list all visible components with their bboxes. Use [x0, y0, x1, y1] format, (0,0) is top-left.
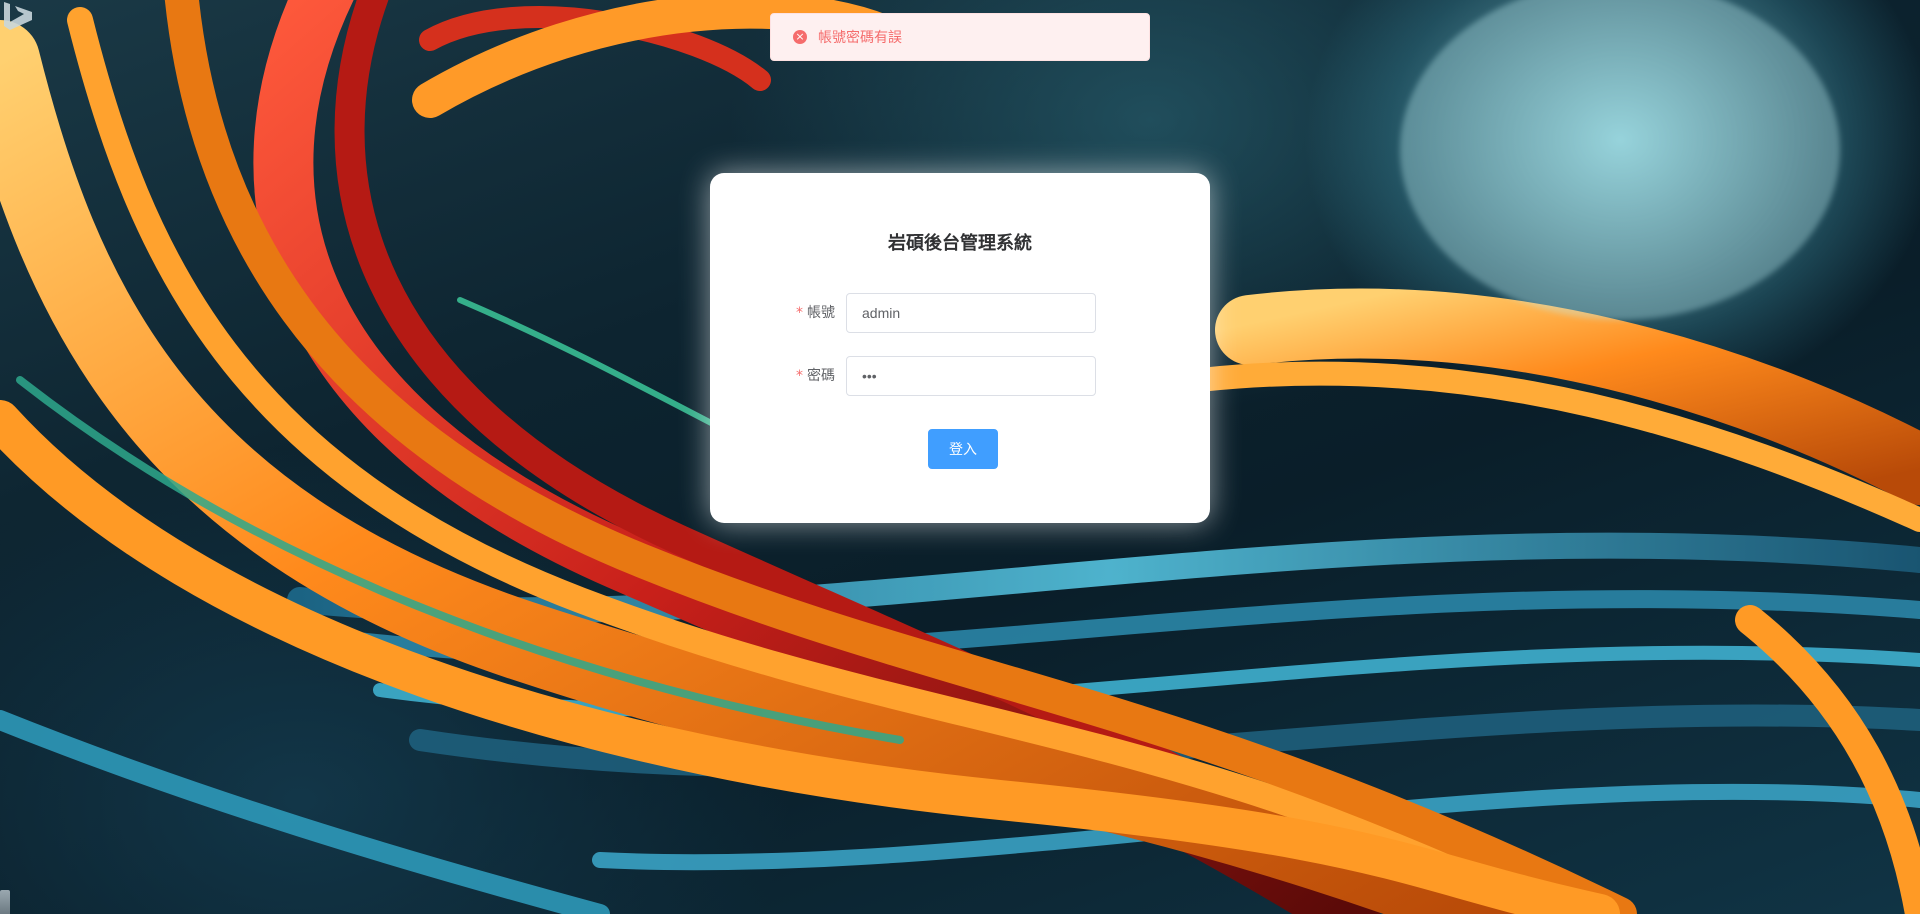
bing-icon[interactable]: [0, 0, 40, 30]
required-mark: *: [796, 305, 803, 321]
error-message: × 帳號密碼有誤: [770, 13, 1150, 61]
account-label-text: 帳號: [807, 305, 835, 321]
account-label: * 帳號: [710, 293, 835, 333]
account-form-item: * 帳號: [710, 293, 1210, 333]
desktop-shortcut-icon[interactable]: [0, 890, 10, 914]
account-input[interactable]: [846, 293, 1096, 333]
system-title: 岩碩後台管理系統: [888, 233, 1032, 254]
login-button[interactable]: 登入: [928, 429, 998, 469]
login-card: 岩碩後台管理系統 *帳號 *密碼 登入: [710, 173, 1210, 523]
password-label-text: 密碼: [807, 368, 835, 384]
error-circle-icon: ×: [793, 30, 807, 44]
required-mark: *: [796, 368, 803, 384]
password-label: * 密碼: [710, 356, 835, 396]
error-message-text: 帳號密碼有誤: [818, 30, 902, 46]
password-form-item: * 密碼: [710, 356, 1210, 396]
password-input[interactable]: [846, 356, 1096, 396]
